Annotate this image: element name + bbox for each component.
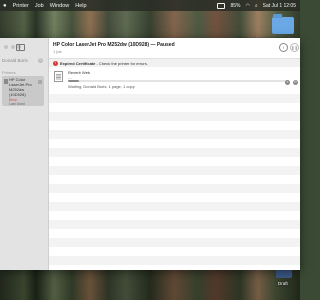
battery-icon[interactable]: [217, 2, 226, 9]
job-count: 1 job: [53, 49, 62, 54]
menu-help[interactable]: Help: [75, 3, 86, 9]
sidebar-item-printer[interactable]: HP Color LaserJet Pro M252dw (10D928) 1 …: [2, 76, 44, 106]
sidebar-printer-name: HP Color LaserJet Pro M252dw (10D928): [9, 77, 32, 97]
main-pane: HP Color LaserJet Pro M252dw (10D928) — …: [49, 38, 300, 270]
menu-window[interactable]: Window: [50, 3, 70, 9]
sidebar-toggle-icon[interactable]: [16, 44, 25, 51]
list-item[interactable]: Reverb Web — Waiting, Donald Boris, 1 pa…: [49, 67, 300, 94]
printer-icon: [4, 79, 8, 84]
sidebar-printer-last-used: Last Used: [9, 102, 25, 106]
sidebar-user-name: Donald Boris: [2, 58, 28, 63]
print-queue-window: Donald Boris 0 Printers HP Color LaserJe…: [0, 38, 300, 270]
search-icon[interactable]: ⌕: [255, 3, 258, 9]
alert-text: Expired Certificate - Check the printer …: [60, 61, 148, 66]
desktop-folder-icon[interactable]: [272, 14, 294, 34]
sidebar-section-header: Printers: [2, 70, 16, 75]
menu-extras: 85% ◠ ⌕ Sat Jul 1 12:05: [217, 2, 296, 9]
desktop-document-label: Draft: [278, 281, 288, 286]
apple-menu-icon[interactable]: ●: [3, 3, 7, 9]
pause-button[interactable]: ❚❚: [290, 43, 299, 52]
close-button[interactable]: [4, 45, 8, 49]
page-title: HP Color LaserJet Pro M252dw (10D928) — …: [53, 42, 175, 48]
clock[interactable]: Sat Jul 1 12:05: [263, 3, 296, 9]
resume-job-icon[interactable]: ↻: [293, 80, 298, 85]
sidebar: Donald Boris 0 Printers HP Color LaserJe…: [0, 38, 49, 270]
battery-percent: 85%: [230, 2, 241, 9]
alert-title: Expired Certificate: [60, 61, 96, 66]
wifi-icon[interactable]: ◠: [245, 3, 249, 9]
job-progress-bar: [68, 80, 288, 82]
job-progress-fill: [68, 80, 79, 82]
menu-bar: ● Printer Job Window Help 85% ◠ ⌕ Sat Ju…: [0, 0, 300, 11]
menu-printer[interactable]: Printer: [13, 3, 29, 9]
document-icon: [54, 71, 63, 82]
error-icon: !: [53, 60, 58, 66]
sidebar-printer-status: Error Last Used: [9, 98, 25, 106]
sidebar-user[interactable]: Donald Boris 0: [2, 58, 46, 63]
cancel-job-icon[interactable]: ×: [285, 80, 290, 85]
job-list: [49, 67, 300, 270]
info-button[interactable]: i: [279, 43, 288, 52]
sidebar-printer-badge: 1: [38, 80, 42, 84]
minimize-button[interactable]: [10, 45, 15, 49]
sidebar-user-count: 0: [38, 58, 43, 63]
job-status: Waiting, Donald Boris, 1 page, 1 copy: [68, 84, 135, 89]
menu-job[interactable]: Job: [35, 3, 44, 9]
alert-message: - Check the printer for errors.: [95, 61, 148, 66]
